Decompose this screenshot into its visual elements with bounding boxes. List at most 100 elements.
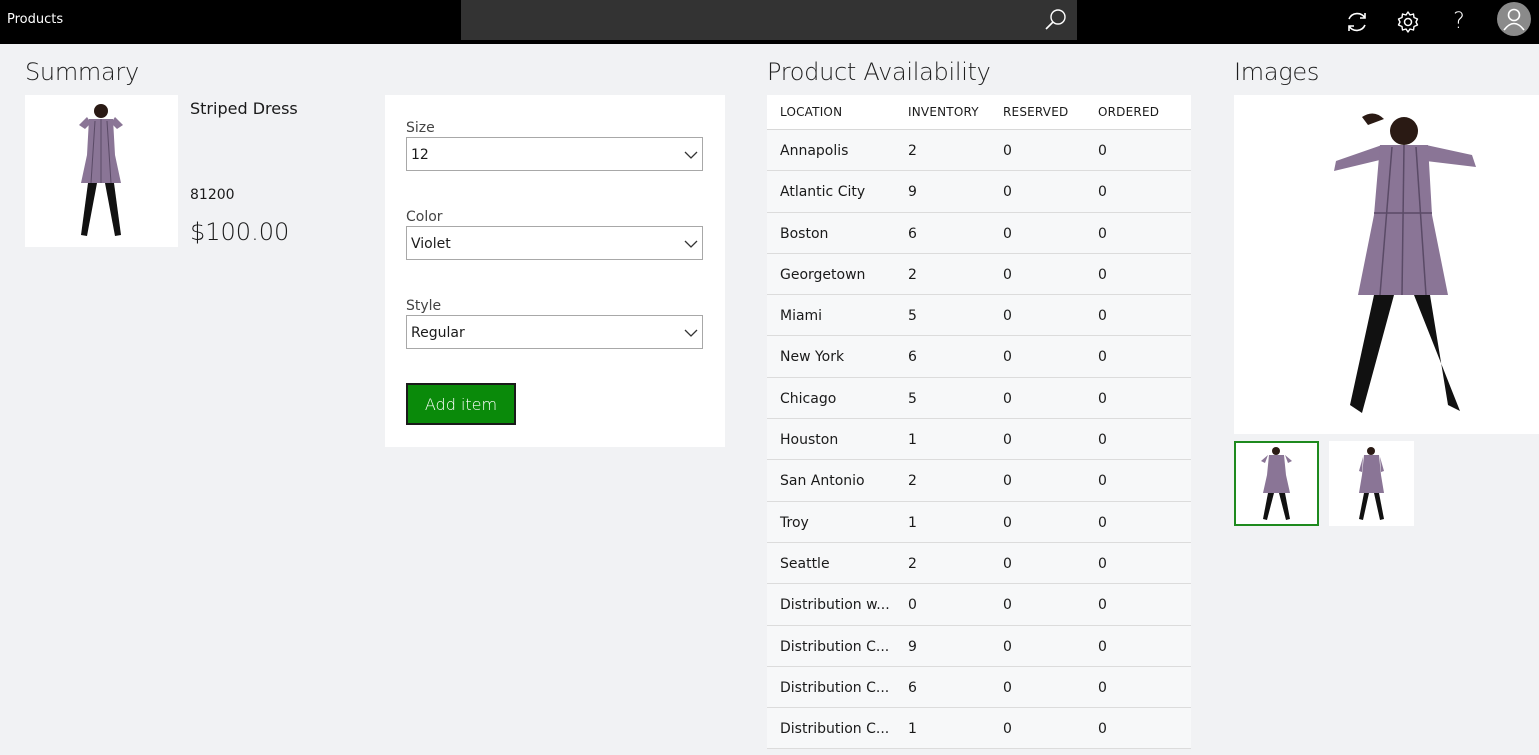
cell-reserved: 0 [1003, 184, 1012, 201]
help-icon[interactable]: ? [1443, 6, 1475, 38]
column-header-inventory[interactable]: INVENTORY [908, 105, 979, 120]
cell-reserved: 0 [1003, 597, 1012, 614]
availability-table: LOCATION INVENTORY RESERVED ORDERED Anna… [767, 95, 1191, 750]
color-label: Color [406, 209, 443, 225]
table-row[interactable]: Distribution C... 9 0 0 [767, 625, 1191, 667]
cell-inventory: 5 [908, 308, 917, 325]
cell-inventory: 1 [908, 721, 917, 738]
cell-inventory: 9 [908, 638, 917, 655]
cell-location: Boston [780, 225, 829, 242]
style-label: Style [406, 298, 442, 314]
cell-location: Annapolis [780, 143, 849, 159]
image-thumbnail-1[interactable] [1234, 441, 1319, 526]
table-row[interactable]: Annapolis 2 0 0 [767, 130, 1191, 172]
cell-reserved: 0 [1003, 349, 1012, 366]
image-thumbnail-2[interactable] [1329, 441, 1414, 526]
product-name: Striped Dress [190, 99, 298, 118]
cell-reserved: 0 [1003, 432, 1012, 449]
chevron-down-icon [684, 329, 698, 337]
cell-location: San Antonio [780, 473, 865, 490]
cell-inventory: 9 [908, 184, 917, 201]
cell-inventory: 0 [908, 597, 917, 614]
chevron-down-icon [684, 240, 698, 248]
table-row[interactable]: Troy 1 0 0 [767, 501, 1191, 543]
cell-ordered: 0 [1098, 721, 1107, 738]
cell-reserved: 0 [1003, 266, 1012, 283]
size-value: 12 [411, 147, 429, 163]
table-row[interactable]: New York 6 0 0 [767, 336, 1191, 378]
cell-inventory: 6 [908, 679, 917, 696]
cell-ordered: 0 [1098, 349, 1107, 366]
gear-icon[interactable] [1392, 6, 1424, 38]
cell-location: Miami [780, 308, 823, 325]
cell-reserved: 0 [1003, 514, 1012, 531]
product-image [25, 95, 178, 247]
cell-ordered: 0 [1098, 184, 1107, 201]
cell-reserved: 0 [1003, 638, 1012, 655]
cell-inventory: 2 [908, 473, 917, 490]
color-select[interactable]: Violet [406, 226, 703, 260]
cell-location: Georgetown [780, 266, 866, 283]
table-row[interactable]: Atlantic City 9 0 0 [767, 171, 1191, 213]
cell-ordered: 0 [1098, 473, 1107, 490]
search-icon[interactable] [1043, 7, 1069, 33]
column-header-location[interactable]: LOCATION [780, 105, 842, 120]
refresh-icon[interactable] [1341, 6, 1373, 38]
cell-inventory: 2 [908, 266, 917, 283]
cell-location: Distribution w... [780, 597, 890, 614]
cell-reserved: 0 [1003, 143, 1012, 159]
table-row[interactable]: San Antonio 2 0 0 [767, 460, 1191, 502]
cell-inventory: 2 [908, 143, 917, 159]
cell-ordered: 0 [1098, 390, 1107, 407]
style-select[interactable]: Regular [406, 315, 703, 349]
cell-location: Distribution C... [780, 638, 890, 655]
product-number: 81200 [190, 187, 235, 203]
variant-panel: Size 12 Color Violet Style Regular Add i… [385, 95, 725, 447]
top-bar: Products ? [0, 0, 1539, 44]
table-row[interactable]: Distribution C... 1 0 0 [767, 708, 1191, 750]
cell-ordered: 0 [1098, 432, 1107, 449]
images-title: Images [1234, 58, 1320, 86]
cell-reserved: 0 [1003, 679, 1012, 696]
cell-ordered: 0 [1098, 514, 1107, 531]
main-product-image [1234, 95, 1539, 434]
cell-location: Seattle [780, 555, 830, 572]
table-row[interactable]: Georgetown 2 0 0 [767, 253, 1191, 296]
cell-inventory: 6 [908, 349, 917, 366]
cell-inventory: 1 [908, 432, 917, 449]
table-row[interactable]: Houston 1 0 0 [767, 419, 1191, 461]
search-input[interactable] [461, 0, 1031, 40]
cell-ordered: 0 [1098, 638, 1107, 655]
user-avatar[interactable] [1497, 2, 1531, 36]
cell-reserved: 0 [1003, 308, 1012, 325]
cell-reserved: 0 [1003, 225, 1012, 242]
color-value: Violet [411, 236, 451, 252]
app-title: Products [7, 12, 64, 27]
size-select[interactable]: 12 [406, 137, 703, 171]
table-row[interactable]: Distribution w... 0 0 0 [767, 584, 1191, 626]
product-price: $100.00 [190, 218, 290, 246]
cell-ordered: 0 [1098, 597, 1107, 614]
table-row[interactable]: Seattle 2 0 0 [767, 542, 1191, 585]
cell-location: Houston [780, 432, 839, 449]
column-header-ordered[interactable]: ORDERED [1098, 105, 1159, 120]
cell-inventory: 1 [908, 514, 917, 531]
cell-ordered: 0 [1098, 225, 1107, 242]
table-row[interactable]: Boston 6 0 0 [767, 212, 1191, 254]
cell-ordered: 0 [1098, 308, 1107, 325]
cell-ordered: 0 [1098, 555, 1107, 572]
cell-location: New York [780, 349, 845, 366]
table-row[interactable]: Distribution C... 6 0 0 [767, 666, 1191, 709]
table-row[interactable]: Miami 5 0 0 [767, 295, 1191, 337]
cell-location: Distribution C... [780, 721, 890, 738]
cell-reserved: 0 [1003, 721, 1012, 738]
style-value: Regular [411, 325, 465, 341]
cell-inventory: 2 [908, 555, 917, 572]
column-header-reserved[interactable]: RESERVED [1003, 105, 1068, 120]
add-item-button[interactable]: Add item [406, 383, 516, 425]
table-row[interactable]: Chicago 5 0 0 [767, 377, 1191, 420]
search-box[interactable] [461, 0, 1077, 40]
table-header: LOCATION INVENTORY RESERVED ORDERED [767, 95, 1191, 130]
cell-ordered: 0 [1098, 143, 1107, 159]
cell-ordered: 0 [1098, 266, 1107, 283]
